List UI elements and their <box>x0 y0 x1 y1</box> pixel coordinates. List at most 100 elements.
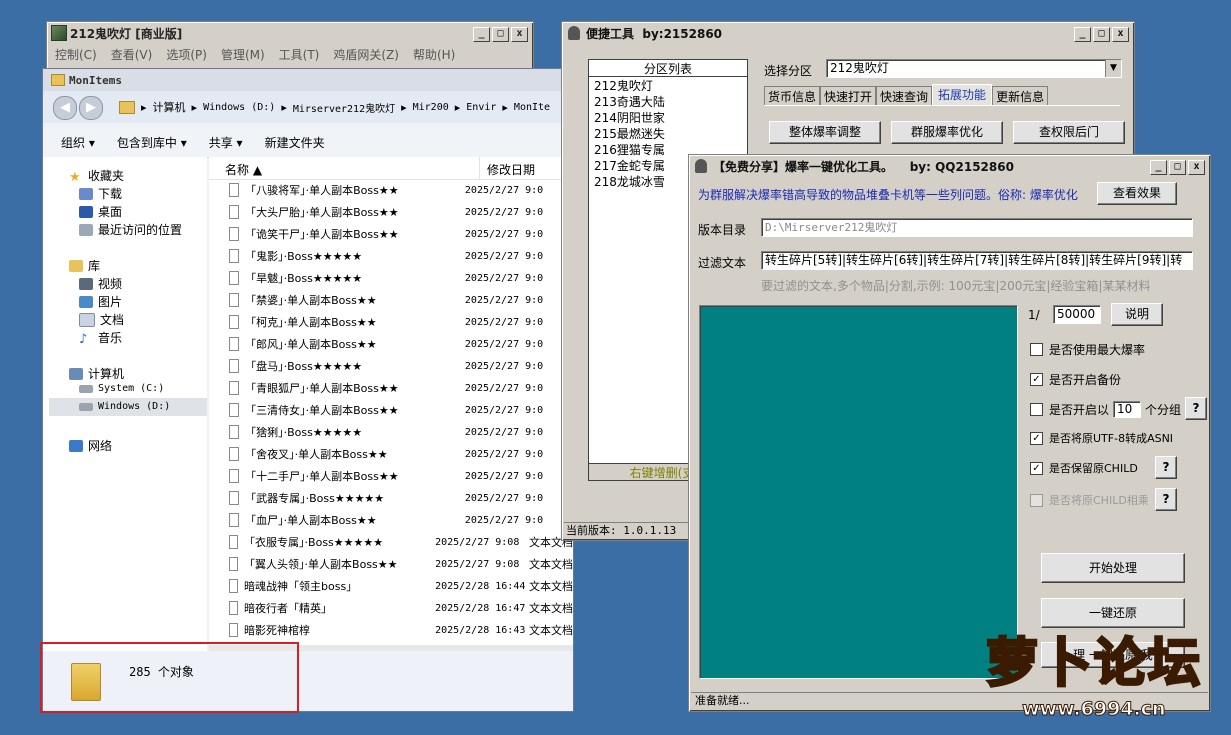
close-button[interactable]: x <box>1112 27 1129 42</box>
organize-button[interactable]: 组织 ▾ <box>61 134 95 151</box>
view-effect-button[interactable]: 查看效果 <box>1097 182 1177 205</box>
column-date[interactable]: 修改日期 <box>487 161 535 178</box>
start-process-button[interactable]: 开始处理 <box>1041 553 1185 583</box>
minimize-button[interactable]: _ <box>473 27 490 42</box>
crumb-envir[interactable]: Envir <box>466 102 496 113</box>
table-row[interactable]: 「盘马」·Boss★★★★★ 2025/2/27 9:0 <box>209 355 573 377</box>
close-button[interactable]: x <box>511 27 528 42</box>
close-button[interactable]: x <box>1188 160 1205 175</box>
table-row[interactable]: 暗魂战神「领主boss」 2025/2/28 16:44 文本文档 <box>209 575 573 597</box>
sidebar-item-recent[interactable]: 最近访问的位置 <box>79 221 182 238</box>
table-row[interactable]: 「郎风」·单人副本Boss★★ 2025/2/27 9:0 <box>209 333 573 355</box>
maximize-button[interactable]: □ <box>492 27 509 42</box>
tab-update-info[interactable]: 更新信息 <box>992 86 1049 106</box>
checkbox-checked[interactable]: ✓ <box>1030 373 1043 386</box>
menu-help[interactable]: 帮助(H) <box>413 46 455 63</box>
maximize-button[interactable]: □ <box>1093 27 1110 42</box>
maximize-button[interactable]: □ <box>1169 160 1186 175</box>
restore-button[interactable]: 一键还原 <box>1041 598 1185 628</box>
table-row[interactable]: 「武器专属」·Boss★★★★★ 2025/2/27 9:0 <box>209 487 573 509</box>
multiply-child-checkbox[interactable]: 是否将原CHILD相乘 <box>1030 492 1149 508</box>
checkbox-unchecked[interactable] <box>1030 403 1043 416</box>
tab-quick-query[interactable]: 快速查询 <box>876 86 933 106</box>
output-panel[interactable] <box>699 305 1018 679</box>
column-name[interactable]: 名称 ▲ <box>225 161 262 178</box>
breadcrumb[interactable]: ▸ 计算机 ▸ Windows (D:) ▸ Mirserver212鬼吹灯 ▸ Mi… <box>119 97 573 117</box>
ratio-input[interactable]: 50000 <box>1053 305 1101 324</box>
table-row[interactable]: 「猞猁」·Boss★★★★★ 2025/2/27 9:0 <box>209 421 573 443</box>
group-help-button[interactable]: ? <box>1185 397 1207 420</box>
zone-item[interactable]: 215最燃迷失 <box>589 125 747 141</box>
column-divider[interactable] <box>479 157 480 179</box>
multiply-help-button[interactable]: ? <box>1155 488 1177 511</box>
menu-manage[interactable]: 管理(M) <box>221 46 265 63</box>
zone-item[interactable]: 213奇遇大陆 <box>589 93 747 109</box>
menu-control[interactable]: 控制(C) <box>55 46 97 63</box>
backup-checkbox[interactable]: ✓ 是否开启备份 <box>1030 371 1121 388</box>
tab-currency[interactable]: 货币信息 <box>764 86 821 106</box>
utf8-checkbox[interactable]: ✓ 是否将原UTF-8转成ASNI <box>1030 430 1173 446</box>
menu-view[interactable]: 查看(V) <box>111 46 153 63</box>
sidebar-item-drive-c[interactable]: System (C:) <box>79 383 164 394</box>
table-row[interactable]: 「三清侍女」·单人副本Boss★★ 2025/2/27 9:0 <box>209 399 573 421</box>
table-row[interactable]: 「衣服专属」·Boss★★★★★ 2025/2/27 9:08 文本文档 <box>209 531 573 553</box>
table-row[interactable]: 暗夜行者「精英」 2025/2/28 16:47 文本文档 <box>209 597 573 619</box>
sidebar-library[interactable]: 库 <box>69 257 100 274</box>
table-row[interactable]: 「禁婆」·单人副本Boss★★ 2025/2/27 9:0 <box>209 289 573 311</box>
max-rate-checkbox[interactable]: 是否使用最大爆率 <box>1030 341 1145 358</box>
table-row[interactable]: 「柯克」·单人副本Boss★★ 2025/2/27 9:0 <box>209 311 573 333</box>
sidebar-item-music[interactable]: ♪ 音乐 <box>79 329 122 347</box>
sidebar-item-downloads[interactable]: 下载 <box>79 185 122 202</box>
table-row[interactable]: 「十二手尸」·单人副本Boss★★ 2025/2/27 9:0 <box>209 465 573 487</box>
group-size-input[interactable]: 10 <box>1113 401 1142 418</box>
menu-gateway[interactable]: 鸡盾网关(Z) <box>333 46 399 63</box>
table-row[interactable]: 「翼人头领」·单人副本Boss★★ 2025/2/27 9:08 文本文档 <box>209 553 573 575</box>
table-row[interactable]: 「诡笑干尸」·单人副本Boss★★ 2025/2/27 9:0 <box>209 223 573 245</box>
include-in-library-button[interactable]: 包含到库中 ▾ <box>117 134 187 151</box>
sidebar-item-documents[interactable]: 文档 <box>79 311 124 328</box>
tab-extensions[interactable]: 拓展功能 <box>932 84 993 106</box>
crumb-mir200[interactable]: Mir200 <box>413 102 449 113</box>
sidebar-favorites[interactable]: ★ 收藏夹 <box>69 167 124 185</box>
table-row[interactable]: 「旱魃」·Boss★★★★★ 2025/2/27 9:0 <box>209 267 573 289</box>
directory-field[interactable]: D:\Mirserver212鬼吹灯 <box>761 218 1193 237</box>
zone-select[interactable]: 212鬼吹灯 ▼ <box>826 59 1122 78</box>
minimize-button[interactable]: _ <box>1150 160 1167 175</box>
check-backdoor-button[interactable]: 查权限后门 <box>1013 121 1125 144</box>
crumb-monitems[interactable]: MonIte <box>514 102 550 113</box>
filter-text-field[interactable]: 转生碎片[5转]|转生碎片[6转]|转生碎片[7转]|转生碎片[8转]|转生碎片… <box>761 251 1193 270</box>
sidebar-item-videos[interactable]: 视频 <box>79 275 122 292</box>
sidebar-network[interactable]: 网络 <box>69 437 112 454</box>
explain-button[interactable]: 说明 <box>1111 303 1163 326</box>
sidebar-item-drive-d[interactable]: Windows (D:) <box>79 401 170 412</box>
table-row[interactable]: 「大头尸胎」·单人副本Boss★★ 2025/2/27 9:0 <box>209 201 573 223</box>
table-row[interactable]: 「青眼狐尸」·单人副本Boss★★ 2025/2/27 9:0 <box>209 377 573 399</box>
child-help-button[interactable]: ? <box>1155 456 1177 479</box>
tab-quick-open[interactable]: 快速打开 <box>820 86 877 106</box>
overall-drop-rate-button[interactable]: 整体爆率调整 <box>769 121 881 144</box>
checkbox-unchecked[interactable] <box>1030 343 1043 356</box>
minimize-button[interactable]: _ <box>1074 27 1091 42</box>
table-row[interactable]: 「血尸」·单人副本Boss★★ 2025/2/27 9:0 <box>209 509 573 531</box>
keep-child-checkbox[interactable]: ✓ 是否保留原CHILD <box>1030 460 1138 476</box>
share-button[interactable]: 共享 ▾ <box>209 134 243 151</box>
menu-options[interactable]: 选项(P) <box>166 46 207 63</box>
new-folder-button[interactable]: 新建文件夹 <box>265 134 325 151</box>
sidebar-item-desktop[interactable]: 桌面 <box>79 203 122 220</box>
sidebar-computer[interactable]: 计算机 <box>69 365 124 382</box>
crumb-mirserver[interactable]: Mirserver212鬼吹灯 <box>293 100 395 115</box>
crumb-drive[interactable]: Windows (D:) <box>203 102 275 113</box>
table-row[interactable]: 「鬼影」·Boss★★★★★ 2025/2/27 9:0 <box>209 245 573 267</box>
crumb-computer[interactable]: 计算机 <box>153 99 186 115</box>
table-row[interactable]: 「舍夜叉」·单人副本Boss★★ 2025/2/27 9:0 <box>209 443 573 465</box>
forward-button[interactable]: ▶ <box>79 96 103 120</box>
zone-item[interactable]: 214阴阳世家 <box>589 109 747 125</box>
table-row[interactable]: 暗影死神棺椁 2025/2/28 16:43 文本文档 <box>209 619 573 641</box>
sidebar-item-pictures[interactable]: 图片 <box>79 293 122 310</box>
checkbox-checked[interactable]: ✓ <box>1030 461 1043 475</box>
group-checkbox[interactable]: 是否开启以 10 个分组 <box>1030 401 1181 418</box>
zone-item[interactable]: 212鬼吹灯 <box>589 77 747 93</box>
checkbox-disabled[interactable] <box>1030 493 1043 507</box>
back-button[interactable]: ◀ <box>53 96 77 120</box>
group-drop-rate-button[interactable]: 群服爆率优化 <box>891 121 1003 144</box>
